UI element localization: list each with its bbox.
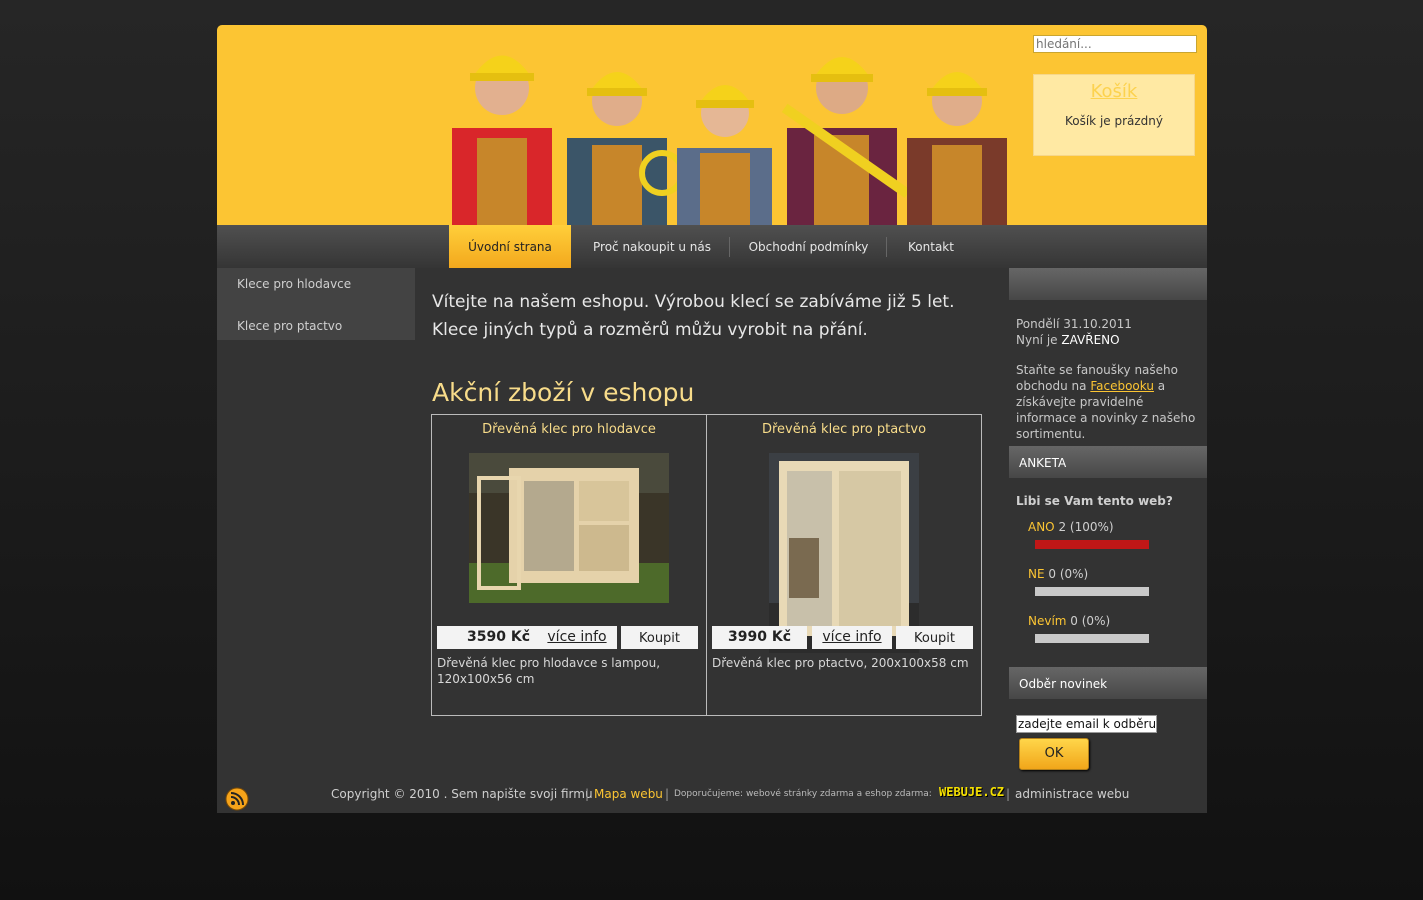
products-grid: Dřevěná klec pro hlodavce 3590 Kč více i… [431, 414, 982, 716]
poll-header: ANKETA [1009, 446, 1207, 478]
sidebar-header-bar [1009, 268, 1207, 300]
poll-question: Libi se Vam tento web? [1016, 494, 1173, 508]
admin-link[interactable]: administrace webu [1015, 787, 1129, 801]
sitemap-link[interactable]: Mapa webu [594, 787, 663, 801]
poll-option-result: 0 (0%) [1044, 567, 1089, 581]
newsletter-header: Odběr novinek [1009, 667, 1207, 699]
product-description: Dřevěná klec pro hlodavce s lampou, 120x… [437, 656, 661, 686]
rss-icon[interactable] [225, 787, 249, 811]
poll-option-yes[interactable]: ANO 2 (100%) [1028, 520, 1114, 534]
facebook-promo: Staňte se fanoušky našeho obchodu na Fac… [1009, 362, 1207, 442]
buy-button[interactable]: Koupit [621, 626, 698, 649]
right-sidebar: Pondělí 31.10.2011 Nyní je ZAVŘENO Staňt… [1009, 268, 1207, 770]
nav-item-terms[interactable]: Obchodní podmínky [735, 225, 882, 268]
cart-title-link[interactable]: Košík [1034, 81, 1194, 102]
footer-separator: | [1006, 787, 1011, 801]
cart-empty-text: Košík je prázdný [1064, 114, 1164, 128]
intro-text: Vítejte na našem eshopu. Výrobou klecí s… [432, 288, 992, 344]
product-image-bird-cage[interactable] [769, 453, 919, 653]
product-image-rodent-cage[interactable] [469, 453, 669, 603]
open-status-value: ZAVŘENO [1061, 333, 1120, 347]
search-input[interactable] [1033, 35, 1197, 53]
poll-bar-yes [1035, 540, 1149, 549]
nav-item-why-buy[interactable]: Proč nakoupit u nás [579, 225, 725, 268]
main-nav: Úvodní strana Proč nakoupit u nás Obchod… [217, 225, 1207, 268]
footer: Copyright © 2010 . Sem napište svoji fir… [217, 785, 1207, 813]
nav-item-contact[interactable]: Kontakt [893, 225, 969, 268]
open-status-label: Nyní je [1016, 333, 1062, 347]
product-card: Dřevěná klec pro hlodavce 3590 Kč více i… [432, 415, 706, 715]
more-info-link[interactable]: více info [812, 626, 892, 649]
main-content: Vítejte na našem eshopu. Výrobou klecí s… [432, 268, 992, 407]
intro-line-1: Vítejte na našem eshopu. Výrobou klecí s… [432, 292, 955, 312]
poll-option-label: ANO [1028, 520, 1055, 534]
section-title: Akční zboží v eshopu [432, 378, 695, 407]
buy-button[interactable]: Koupit [896, 626, 973, 649]
facebook-link[interactable]: Facebooku [1090, 379, 1154, 393]
date-text: Pondělí 31.10.2011 [1016, 317, 1132, 331]
newsletter-email-input[interactable] [1016, 715, 1157, 733]
left-category-menu: Klece pro hlodavce Klece pro ptactvo [217, 268, 415, 340]
category-bird-cages[interactable]: Klece pro ptactvo [217, 310, 415, 340]
page-wrapper: Košík Košík je prázdný Úvodní strana Pro… [217, 25, 1207, 813]
product-price: 3990 Kč [712, 626, 807, 649]
poll-option-label: NE [1028, 567, 1045, 581]
poll-option-label: Nevím [1028, 614, 1067, 628]
more-info-link[interactable]: více info [537, 626, 617, 649]
webuje-logo[interactable]: WEBUJE.CZ [939, 785, 1004, 799]
poll-option-result: 2 (100%) [1054, 520, 1114, 534]
poll-option-result: 0 (0%) [1066, 614, 1111, 628]
newsletter-ok-button[interactable]: OK [1019, 738, 1089, 770]
recommend-text[interactable]: Doporučujeme: webové stránky zdarma a es… [674, 789, 932, 799]
poll-option-dont-know[interactable]: Nevím 0 (0%) [1028, 614, 1110, 628]
intro-line-2: Klece jiných typů a rozměrů můžu vyrobit… [432, 320, 868, 340]
open-status: Nyní je ZAVŘENO [1009, 332, 1207, 348]
cart-box: Košík Košík je prázdný [1033, 74, 1195, 156]
nav-separator [729, 237, 730, 257]
nav-item-home[interactable]: Úvodní strana [449, 225, 571, 268]
header-banner: Košík Košík je prázdný [217, 25, 1207, 225]
footer-separator: | [665, 787, 670, 801]
poll-bar-no [1035, 587, 1149, 596]
poll-bar-fill [1035, 540, 1149, 549]
workers-hero-image [452, 55, 1007, 225]
poll-bar-dont-know [1035, 634, 1149, 643]
copyright-text: Copyright © 2010 . Sem napište svoji fir… [331, 787, 593, 801]
product-description: Dřevěná klec pro ptactvo, 200x100x58 cm [712, 656, 969, 670]
footer-separator: | [585, 787, 590, 801]
category-rodent-cages[interactable]: Klece pro hlodavce [217, 268, 415, 310]
product-title-link[interactable]: Dřevěná klec pro ptactvo [707, 422, 981, 437]
product-card: Dřevěná klec pro ptactvo 3990 Kč více in… [706, 415, 981, 715]
nav-separator [886, 237, 887, 257]
product-title-link[interactable]: Dřevěná klec pro hlodavce [432, 422, 706, 437]
poll-option-no[interactable]: NE 0 (0%) [1028, 567, 1088, 581]
